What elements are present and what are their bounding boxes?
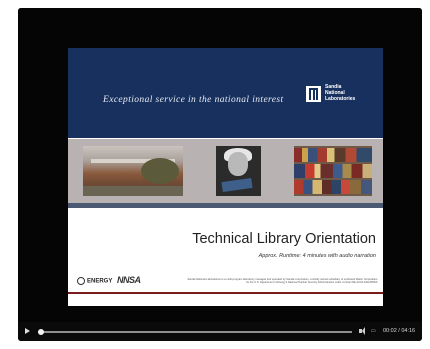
captions-icon: ▭ bbox=[371, 328, 376, 334]
slide-banner: Exceptional service in the national inte… bbox=[68, 48, 383, 138]
bookshelf-photo bbox=[294, 146, 372, 196]
slide-photo-band bbox=[68, 139, 383, 203]
video-area[interactable]: Exceptional service in the national inte… bbox=[18, 8, 422, 322]
seek-bar[interactable] bbox=[37, 329, 352, 335]
sandia-thunderbird-icon bbox=[306, 86, 321, 102]
doe-energy-logo: ENERGY bbox=[77, 277, 112, 285]
seek-handle[interactable] bbox=[37, 329, 44, 335]
org-name-line: Laboratories bbox=[325, 96, 356, 102]
slide-bottom-rule bbox=[68, 292, 383, 294]
slide-tagline: Exceptional service in the national inte… bbox=[103, 95, 284, 105]
library-building-photo bbox=[83, 146, 183, 196]
energy-logo-text: ENERGY bbox=[87, 278, 113, 285]
time-readout: 00:02 / 04:16 bbox=[383, 328, 416, 334]
video-player: Exceptional service in the national inte… bbox=[18, 8, 422, 341]
slide-disclaimer: Sandia National Laboratories is a multi-… bbox=[187, 278, 378, 285]
slide-subtitle: Approx. Runtime: 4 minutes with audio na… bbox=[258, 253, 376, 259]
volume-button[interactable] bbox=[359, 327, 369, 336]
play-icon bbox=[25, 328, 30, 334]
volume-icon bbox=[359, 327, 365, 335]
slide-title: Technical Library Orientation bbox=[192, 231, 376, 247]
play-button[interactable] bbox=[22, 326, 34, 337]
portrait-photo bbox=[216, 146, 261, 196]
player-control-bar: ▭ 00:02 / 04:16 bbox=[18, 322, 422, 341]
nnsa-logo: NNSA bbox=[117, 275, 141, 285]
video-frame-slide: Exceptional service in the national inte… bbox=[68, 48, 383, 306]
photo-band-rule bbox=[68, 203, 383, 208]
doe-seal-icon bbox=[77, 277, 85, 285]
captions-button[interactable]: ▭ bbox=[371, 327, 381, 336]
sandia-org-name: Sandia National Laboratories bbox=[325, 84, 355, 102]
